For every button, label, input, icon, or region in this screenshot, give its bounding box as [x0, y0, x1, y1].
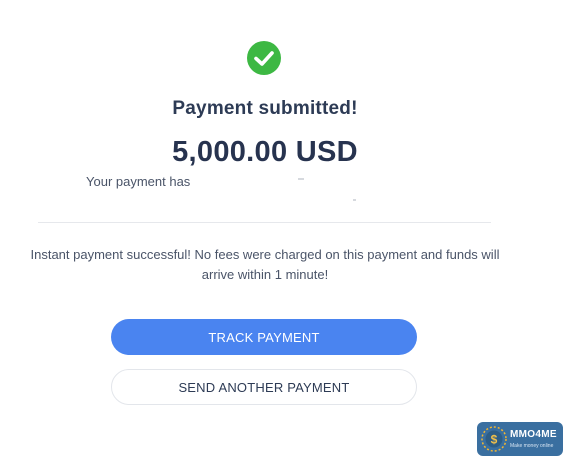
watermark-tagline: Make money online	[510, 443, 554, 449]
payment-confirmation-page: Payment submitted! 5,000.00 USD Your pay…	[0, 0, 572, 465]
redacted-area	[196, 172, 366, 204]
payment-status-text: Your payment has	[86, 174, 191, 189]
redaction-artifact	[298, 178, 304, 180]
payment-amount: 5,000.00 USD	[172, 136, 358, 168]
check-circle-icon	[247, 41, 281, 75]
divider	[38, 222, 491, 223]
watermark-name: MMO4ME	[510, 429, 557, 440]
page-title: Payment submitted!	[172, 98, 358, 119]
dollar-logo-icon: $	[481, 426, 507, 452]
redaction-artifact	[353, 199, 356, 201]
svg-text:$: $	[491, 433, 498, 447]
instant-payment-message: Instant payment successful! No fees were…	[30, 247, 500, 282]
send-another-payment-button[interactable]: SEND ANOTHER PAYMENT	[111, 369, 417, 405]
mmo4me-watermark: $ MMO4ME Make money online	[477, 422, 563, 456]
track-payment-button[interactable]: TRACK PAYMENT	[111, 319, 417, 355]
